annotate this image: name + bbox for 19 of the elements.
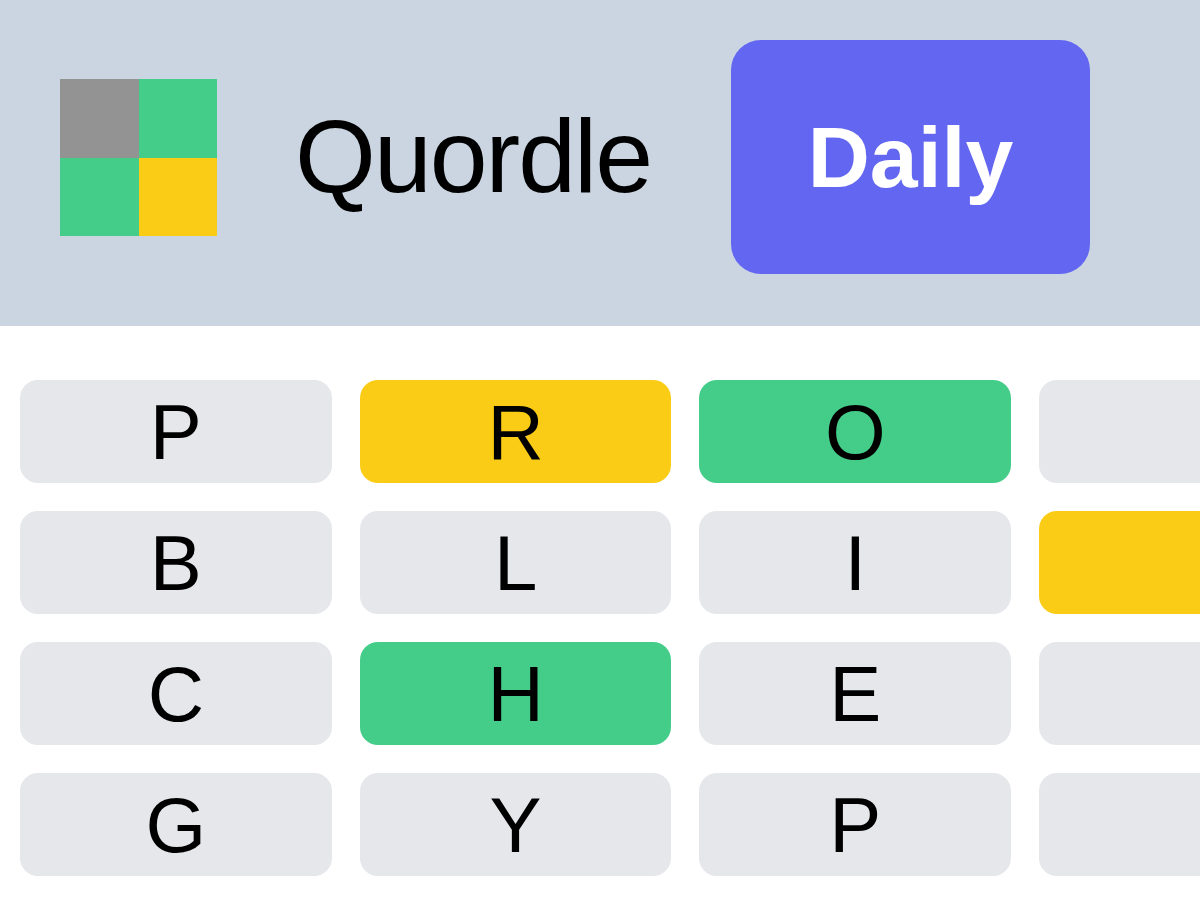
keyboard-key[interactable] <box>1039 773 1200 876</box>
keyboard-key[interactable] <box>1039 511 1200 614</box>
keyboard-key[interactable]: Y <box>359 773 672 876</box>
keyboard-key[interactable] <box>1039 380 1200 483</box>
keyboard-key[interactable]: E <box>699 642 1012 745</box>
daily-button[interactable]: Daily <box>731 40 1090 274</box>
keyboard-key[interactable]: L <box>359 511 672 614</box>
keyboard-key[interactable]: R <box>359 380 672 483</box>
keyboard-key[interactable]: I <box>699 511 1012 614</box>
keyboard-key[interactable]: H <box>359 642 672 745</box>
keyboard-key[interactable]: O <box>699 380 1012 483</box>
keyboard-key[interactable]: B <box>20 511 332 614</box>
keyboard-key[interactable]: C <box>20 642 332 745</box>
keyboard-key[interactable]: P <box>20 380 332 483</box>
app-title: Quordle <box>295 97 651 217</box>
keyboard-key[interactable]: G <box>20 773 332 876</box>
logo-icon <box>60 78 217 236</box>
keyboard-key[interactable] <box>1039 642 1200 745</box>
keyboard-key[interactable]: P <box>699 773 1012 876</box>
